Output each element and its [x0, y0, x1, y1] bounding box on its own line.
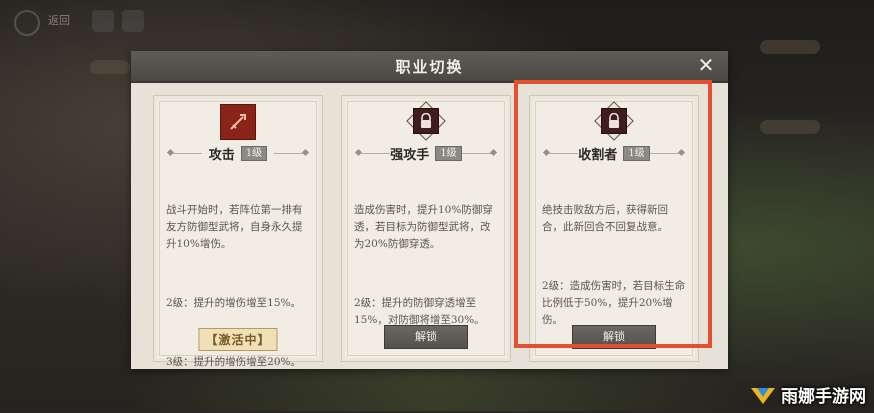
unlock-button[interactable]: 解锁 [384, 325, 468, 349]
class-description: 战斗开始时，若阵位第一排有友方防御型武将，自身永久提升10%增伤。 2级：提升的… [166, 168, 312, 413]
level-badge: 1级 [435, 145, 462, 161]
menu-icon[interactable] [122, 10, 144, 32]
attack-icon [220, 104, 256, 140]
desc-line: 造成伤害时，提升10%防御穿透，若目标为防御型武将，改为20%防御穿透。 [354, 204, 493, 250]
close-icon[interactable]: ✕ [696, 55, 716, 75]
dialog-titlebar: 职业切换 ✕ [131, 51, 728, 83]
desc-line: 3级：提升的增伤增至20%。 [166, 356, 302, 368]
watermark: 雨娜手游网 [749, 382, 866, 407]
desc-line: 2级：提升的增伤增至15%。 [166, 297, 302, 309]
class-card-reaper[interactable]: 收割者 1级 绝技击败敌方后，获得新回合，此新回合不回复战意。 2级：造成伤害时… [529, 95, 699, 362]
side-tab[interactable] [760, 40, 820, 54]
desc-line: 战斗开始时，若阵位第一排有友方防御型武将，自身永久提升10%增伤。 [166, 204, 303, 250]
class-name: 收割者 [578, 147, 618, 163]
class-name: 强攻手 [390, 147, 430, 163]
dialog-title: 职业切换 [395, 58, 464, 76]
lock-icon [406, 101, 446, 141]
watermark-logo-icon [749, 384, 777, 406]
desc-line: 2级：造成伤害时，若目标生命比例低于50%，提升20%增伤。 [542, 280, 686, 326]
class-card-striker[interactable]: 强攻手 1级 造成伤害时，提升10%防御穿透，若目标为防御型武将，改为20%防御… [341, 95, 511, 362]
level-badge: 1级 [240, 145, 268, 161]
desc-line: 2级：提升的防御穿透增至15%，对防御将增至30%。 [354, 297, 485, 326]
level-badge: 1级 [623, 145, 650, 161]
unlock-button[interactable]: 解锁 [572, 325, 656, 349]
class-card-attack[interactable]: 攻击 1级 战斗开始时，若阵位第一排有友方防御型武将，自身永久提升10%增伤。 … [153, 95, 323, 368]
side-tab[interactable] [90, 60, 130, 74]
settings-icon[interactable] [92, 10, 114, 32]
side-tab[interactable] [760, 120, 820, 134]
class-name: 攻击 [208, 147, 235, 163]
active-status-badge: 【激活中】 [198, 328, 278, 351]
lock-icon [594, 101, 634, 141]
class-switch-dialog: 职业切换 ✕ 攻击 1级 战斗开始时，若阵位第一排有友方防御型武将，自身永久提升… [131, 51, 728, 369]
back-icon[interactable] [14, 10, 40, 36]
back-label: 返回 [48, 14, 70, 27]
desc-line: 绝技击败敌方后，获得新回合，此新回合不回复战意。 [542, 204, 668, 233]
watermark-text: 雨娜手游网 [781, 387, 866, 407]
